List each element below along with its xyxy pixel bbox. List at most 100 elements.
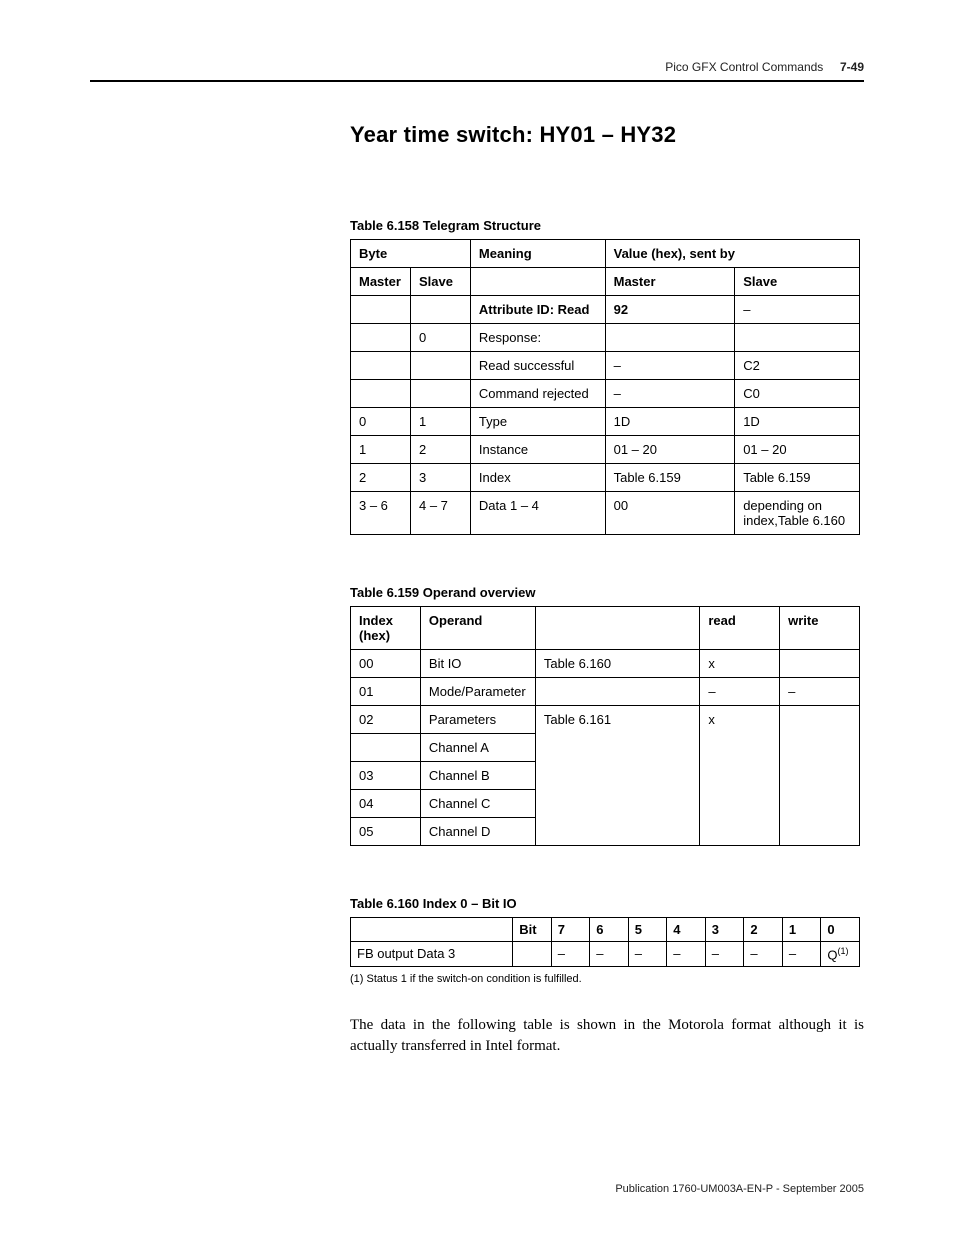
table-cell: 02: [351, 706, 421, 734]
th-bit0: 0: [821, 918, 860, 942]
table-cell: 4 – 7: [410, 492, 470, 535]
running-head-text: Pico GFX Control Commands: [665, 60, 823, 74]
th-byte: Byte: [351, 240, 471, 268]
table-cell: [351, 380, 411, 408]
table-cell: 3 – 6: [351, 492, 411, 535]
table-cell: [780, 650, 860, 678]
table-row: Attribute ID: Read92–: [351, 296, 860, 324]
table-cell: 04: [351, 790, 421, 818]
th-blank: [351, 918, 513, 942]
table-row: 23IndexTable 6.159Table 6.159: [351, 464, 860, 492]
table-cell: [605, 324, 735, 352]
table-row: 3 – 64 – 7Data 1 – 400depending on index…: [351, 492, 860, 535]
body-paragraph: The data in the following table is shown…: [350, 1015, 864, 1056]
table-cell: [735, 324, 860, 352]
td-b5: –: [628, 942, 667, 967]
th-bit: Bit: [513, 918, 552, 942]
table-cell: [700, 790, 780, 818]
th-ref: [535, 607, 699, 650]
table-cell: Command rejected: [470, 380, 605, 408]
th-bit4: 4: [667, 918, 706, 942]
td-b1: –: [782, 942, 821, 967]
table-cell: [535, 734, 699, 762]
table-cell: 2: [351, 464, 411, 492]
table-cell: –: [605, 380, 735, 408]
table-cell: [700, 762, 780, 790]
table-cell: C0: [735, 380, 860, 408]
td-b6: –: [590, 942, 629, 967]
footnote-1: (1) Status 1 if the switch-on condition …: [350, 973, 864, 985]
th-blank: [470, 268, 605, 296]
table-158: Byte Meaning Value (hex), sent by Master…: [350, 239, 860, 535]
table-cell: 01 – 20: [735, 436, 860, 464]
th-bit5: 5: [628, 918, 667, 942]
th-meaning: Meaning: [470, 240, 605, 268]
table-cell: [410, 296, 470, 324]
table-row: Index (hex) Operand read write: [351, 607, 860, 650]
td-blank: [513, 942, 552, 967]
table-row: 01Type1D1D: [351, 408, 860, 436]
th-value-slave: Slave: [735, 268, 860, 296]
table-row: 0Response:: [351, 324, 860, 352]
table-cell: Table 6.159: [735, 464, 860, 492]
table-row: Master Slave Master Slave: [351, 268, 860, 296]
table-row: Channel A: [351, 734, 860, 762]
table-row: Bit 7 6 5 4 3 2 1 0: [351, 918, 860, 942]
table-cell: depending on index,Table 6.160: [735, 492, 860, 535]
td-row-label: FB output Data 3: [351, 942, 513, 967]
table-cell: –: [605, 352, 735, 380]
table-cell: x: [700, 650, 780, 678]
table-cell: Channel B: [420, 762, 535, 790]
table-cell: Response:: [470, 324, 605, 352]
th-bit3: 3: [705, 918, 744, 942]
table-cell: Mode/Parameter: [420, 678, 535, 706]
table-cell: [780, 706, 860, 734]
table-cell: –: [780, 678, 860, 706]
table-row: FB output Data 3 – – – – – – – Q(1): [351, 942, 860, 967]
td-b2: –: [744, 942, 783, 967]
table-row: Command rejected–C0: [351, 380, 860, 408]
th-bit2: 2: [744, 918, 783, 942]
publication-footer: Publication 1760-UM003A-EN-P - September…: [615, 1183, 864, 1195]
table-cell: 01 – 20: [605, 436, 735, 464]
table-cell: Type: [470, 408, 605, 436]
table-cell: [410, 352, 470, 380]
table-row: 04Channel C: [351, 790, 860, 818]
table-cell: Read successful: [470, 352, 605, 380]
table-cell: [351, 296, 411, 324]
table-row: Read successful–C2: [351, 352, 860, 380]
table-cell: [351, 324, 411, 352]
table-cell: [535, 818, 699, 846]
th-bit7: 7: [551, 918, 590, 942]
table-cell: Bit IO: [420, 650, 535, 678]
table-cell: Instance: [470, 436, 605, 464]
table-row: 02ParametersTable 6.161x: [351, 706, 860, 734]
table-cell: [700, 734, 780, 762]
table-cell: Parameters: [420, 706, 535, 734]
table-cell: 0: [410, 324, 470, 352]
running-header: Pico GFX Control Commands 7-49: [90, 60, 864, 82]
table-cell: [780, 790, 860, 818]
table-159: Index (hex) Operand read write 00Bit IOT…: [350, 606, 860, 846]
table-cell: 0: [351, 408, 411, 436]
th-master: Master: [351, 268, 411, 296]
table-cell: Channel C: [420, 790, 535, 818]
th-index: Index (hex): [351, 607, 421, 650]
th-value-master: Master: [605, 268, 735, 296]
table-cell: x: [700, 706, 780, 734]
table-cell: Table 6.161: [535, 706, 699, 734]
td-b3: –: [705, 942, 744, 967]
table-cell: 00: [351, 650, 421, 678]
td-b7: –: [551, 942, 590, 967]
table-cell: [780, 762, 860, 790]
table-cell: Channel A: [420, 734, 535, 762]
th-read: read: [700, 607, 780, 650]
table-row: 03Channel B: [351, 762, 860, 790]
table-row: 00Bit IOTable 6.160x: [351, 650, 860, 678]
table-cell: 05: [351, 818, 421, 846]
table-cell: 01: [351, 678, 421, 706]
td-b0: Q(1): [821, 942, 860, 967]
table-cell: [780, 818, 860, 846]
table-cell: Table 6.159: [605, 464, 735, 492]
table-cell: [535, 762, 699, 790]
